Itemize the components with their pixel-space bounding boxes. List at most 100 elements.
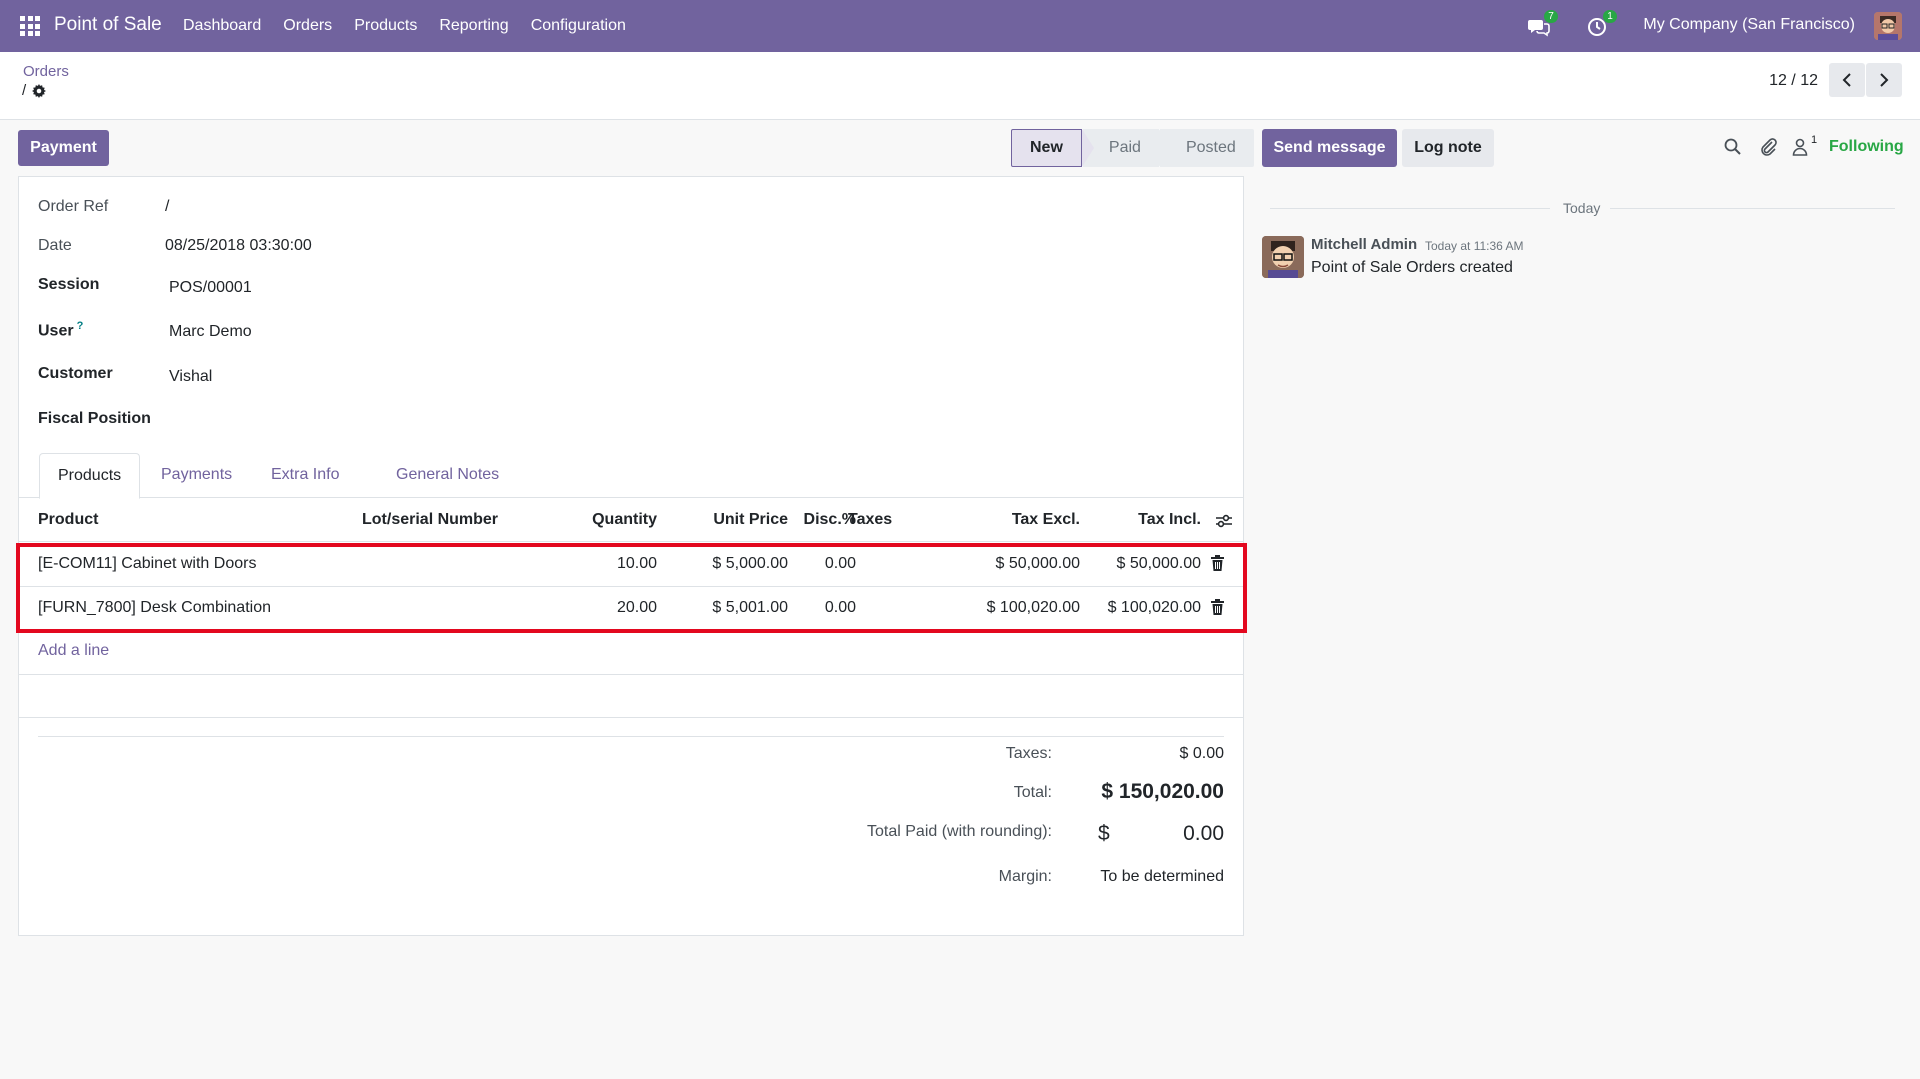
message-body: Point of Sale Orders created bbox=[1311, 259, 1513, 276]
row-product: [E-COM11] Cabinet with Doors bbox=[38, 555, 257, 572]
payment-button[interactable]: Payment bbox=[18, 130, 109, 166]
row-discount: 0.00 bbox=[824, 599, 856, 616]
session-value[interactable]: POS/00001 bbox=[169, 279, 252, 297]
author-avatar[interactable] bbox=[1262, 236, 1304, 278]
add-line-link[interactable]: Add a line bbox=[38, 642, 109, 660]
user-value[interactable]: Marc Demo bbox=[169, 323, 252, 341]
taxes-value: $ 0.00 bbox=[1179, 745, 1224, 762]
tab-payments[interactable]: Payments bbox=[143, 453, 250, 498]
total-value: $ 150,020.00 bbox=[1101, 780, 1224, 803]
stage-new[interactable]: New bbox=[1011, 129, 1094, 167]
log-note-button[interactable]: Log note bbox=[1402, 129, 1494, 167]
stage-arrow bbox=[1081, 129, 1094, 167]
user-avatar[interactable] bbox=[1874, 12, 1902, 40]
user-avatar-icon bbox=[1874, 12, 1902, 40]
customer-label: Customer bbox=[38, 365, 113, 382]
app-brand[interactable]: Point of Sale bbox=[54, 14, 162, 36]
message-author[interactable]: Mitchell Admin bbox=[1311, 236, 1417, 253]
follower-user-icon[interactable] bbox=[1792, 138, 1808, 156]
divider bbox=[38, 736, 1224, 737]
tab-general-notes[interactable]: General Notes bbox=[378, 453, 517, 498]
activities-badge: 1 bbox=[1603, 10, 1617, 23]
col-tax-incl[interactable]: Tax Incl. bbox=[1138, 511, 1201, 529]
row-tax-incl: $ 100,020.00 bbox=[1107, 599, 1201, 616]
stage-new-label: New bbox=[1030, 139, 1063, 156]
pager-next-button[interactable] bbox=[1866, 63, 1902, 97]
divider bbox=[1610, 208, 1895, 209]
pager-value[interactable]: 12 / 12 bbox=[1769, 72, 1818, 90]
breadcrumb-current: / bbox=[22, 82, 47, 99]
total-label: Total: bbox=[1013, 784, 1052, 801]
date-value: 08/25/2018 03:30:00 bbox=[165, 237, 312, 254]
menu-orders[interactable]: Orders bbox=[272, 0, 343, 52]
order-ref-label: Order Ref bbox=[38, 198, 109, 215]
stage-arrow bbox=[1158, 129, 1171, 167]
row-tax-incl: $ 50,000.00 bbox=[1116, 555, 1201, 572]
top-menu: Dashboard Orders Products Reporting Conf… bbox=[172, 0, 637, 52]
optional-columns-toggle-icon[interactable] bbox=[1215, 513, 1233, 529]
message-date: Today at 11:36 AM bbox=[1425, 239, 1524, 253]
top-navbar: Point of Sale Dashboard Orders Products … bbox=[0, 0, 1920, 52]
activities-button[interactable]: 1 bbox=[1587, 10, 1617, 40]
user-label-text: User bbox=[38, 322, 74, 340]
col-tax-excl[interactable]: Tax Excl. bbox=[1012, 511, 1080, 529]
row-quantity: 10.00 bbox=[616, 555, 657, 572]
gear-icon[interactable] bbox=[32, 83, 47, 98]
col-product[interactable]: Product bbox=[38, 511, 98, 529]
row-unit-price: $ 5,001.00 bbox=[712, 599, 788, 616]
margin-value: To be determined bbox=[1100, 868, 1224, 885]
lines-table-header: Product Lot/serial Number Quantity Unit … bbox=[19, 500, 1243, 542]
systray: 7 1 My Company (San Francisco) bbox=[1500, 0, 1920, 52]
total-paid-currency: $ bbox=[1098, 822, 1110, 845]
divider bbox=[19, 717, 1243, 718]
user-help-tooltip[interactable]: ? bbox=[77, 320, 84, 332]
tab-extra-info[interactable]: Extra Info bbox=[253, 453, 357, 498]
menu-reporting[interactable]: Reporting bbox=[428, 0, 519, 52]
customer-value[interactable]: Vishal bbox=[169, 368, 212, 386]
messages-button[interactable]: 7 bbox=[1528, 10, 1558, 40]
row-discount: 0.00 bbox=[824, 555, 856, 572]
col-unit-price[interactable]: Unit Price bbox=[713, 511, 788, 529]
stage-paid-label: Paid bbox=[1108, 139, 1141, 156]
col-quantity[interactable]: Quantity bbox=[592, 511, 657, 529]
chevron-left-icon bbox=[1842, 73, 1851, 87]
col-lot[interactable]: Lot/serial Number bbox=[362, 511, 498, 529]
margin-label: Margin: bbox=[998, 868, 1052, 885]
paperclip-icon[interactable] bbox=[1760, 138, 1778, 156]
table-row[interactable]: [E-COM11] Cabinet with Doors 10.00 $ 5,0… bbox=[19, 543, 1243, 587]
menu-dashboard[interactable]: Dashboard bbox=[172, 0, 272, 52]
status-bar: New Paid Posted bbox=[1011, 129, 1254, 167]
notebook-tabs: Products Payments Extra Info General Not… bbox=[19, 453, 1243, 499]
table-row[interactable]: [FURN_7800] Desk Combination 20.00 $ 5,0… bbox=[19, 587, 1243, 631]
total-paid-amount: 0.00 bbox=[1183, 822, 1224, 845]
app-menu-grid-icon[interactable] bbox=[20, 16, 40, 36]
tab-products[interactable]: Products bbox=[39, 453, 141, 499]
row-tax-excl: $ 100,020.00 bbox=[986, 599, 1080, 616]
date-separator-today: Today bbox=[1563, 200, 1601, 216]
row-tax-excl: $ 50,000.00 bbox=[995, 555, 1080, 572]
stage-posted[interactable]: Posted bbox=[1158, 129, 1254, 167]
pager-previous-button[interactable] bbox=[1829, 63, 1865, 97]
author-avatar-icon bbox=[1262, 236, 1304, 278]
total-paid-label: Total Paid (with rounding): bbox=[867, 823, 1052, 840]
session-label: Session bbox=[38, 276, 100, 293]
row-quantity: 20.00 bbox=[616, 599, 657, 616]
trash-icon[interactable] bbox=[1211, 555, 1224, 571]
breadcrumb-orders-link[interactable]: Orders bbox=[23, 63, 69, 80]
row-product: [FURN_7800] Desk Combination bbox=[38, 599, 271, 616]
follower-count: 1 bbox=[1811, 134, 1818, 146]
stage-posted-label: Posted bbox=[1185, 139, 1236, 156]
trash-icon[interactable] bbox=[1211, 599, 1224, 615]
order-ref-value: / bbox=[165, 198, 170, 215]
menu-products[interactable]: Products bbox=[343, 0, 428, 52]
search-icon[interactable] bbox=[1724, 138, 1742, 156]
chevron-right-icon bbox=[1880, 73, 1889, 87]
col-taxes[interactable]: Taxes bbox=[848, 511, 892, 529]
company-switcher[interactable]: My Company (San Francisco) bbox=[1643, 16, 1855, 34]
fiscal-position-label: Fiscal Position bbox=[38, 410, 151, 427]
menu-configuration[interactable]: Configuration bbox=[520, 0, 637, 52]
send-message-button[interactable]: Send message bbox=[1262, 129, 1397, 167]
following-button[interactable]: Following bbox=[1829, 138, 1904, 156]
divider bbox=[19, 674, 1243, 675]
taxes-label: Taxes: bbox=[1005, 745, 1052, 762]
